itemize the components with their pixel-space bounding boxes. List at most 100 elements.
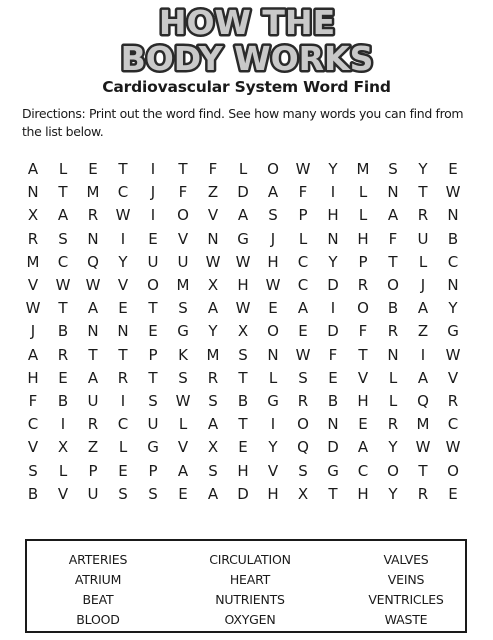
grid-letter: U bbox=[417, 229, 429, 248]
grid-letter: R bbox=[87, 206, 99, 225]
grid-letter: G bbox=[327, 461, 339, 480]
grid-letter: E bbox=[148, 322, 158, 341]
grid-letter: F bbox=[28, 391, 38, 410]
grid-letter: R bbox=[387, 322, 399, 341]
grid-letter: A bbox=[207, 415, 219, 434]
grid-letter: G bbox=[267, 391, 279, 410]
word-list-column: VALVES VEINS VENTRICLES WASTE bbox=[357, 550, 455, 630]
grid-letter: A bbox=[237, 206, 249, 225]
grid-letter: Q bbox=[87, 252, 99, 271]
grid-letter: J bbox=[420, 276, 426, 295]
grid-letter: C bbox=[447, 415, 459, 434]
grid-letter: A bbox=[297, 299, 309, 318]
grid-letter: W bbox=[175, 391, 191, 410]
grid-letter: E bbox=[358, 415, 368, 434]
grid-letter: T bbox=[88, 345, 98, 364]
grid-letter: O bbox=[297, 415, 309, 434]
grid-letter: Y bbox=[388, 438, 398, 457]
grid-letter: E bbox=[88, 160, 98, 179]
grid-letter: L bbox=[358, 206, 368, 225]
word-item: VEINS bbox=[387, 572, 425, 587]
grid-letter: Y bbox=[208, 322, 218, 341]
grid-letter: Y bbox=[448, 299, 458, 318]
grid-letter: E bbox=[118, 461, 128, 480]
grid-letter: A bbox=[207, 484, 219, 503]
word-list-column: ARTERIES ATRIUM BEAT BLOOD bbox=[49, 550, 147, 630]
grid-letter: C bbox=[27, 415, 39, 434]
grid-letter: B bbox=[237, 391, 249, 410]
grid-row: VXZLGVXEYQDAYWW bbox=[18, 436, 468, 459]
grid-letter: H bbox=[357, 484, 369, 503]
grid-letter: E bbox=[238, 438, 248, 457]
grid-letter: O bbox=[387, 461, 399, 480]
grid-letter: S bbox=[298, 368, 308, 387]
grid-letter: T bbox=[238, 415, 248, 434]
grid-letter: A bbox=[357, 438, 369, 457]
grid-letter: Z bbox=[417, 322, 429, 341]
grid-row: RSNIEVNGJLNHFUB bbox=[18, 228, 468, 251]
grid-letter: H bbox=[27, 368, 39, 387]
grid-letter: L bbox=[418, 252, 428, 271]
grid-letter: L bbox=[388, 368, 398, 387]
grid-letter: C bbox=[297, 252, 309, 271]
word-item: ARTERIES bbox=[68, 552, 128, 567]
grid-letter: T bbox=[58, 299, 68, 318]
grid-letter: W bbox=[85, 276, 101, 295]
grid-letter: T bbox=[358, 345, 368, 364]
grid-letter: X bbox=[57, 438, 69, 457]
grid-letter: B bbox=[387, 299, 399, 318]
grid-letter: P bbox=[148, 345, 158, 364]
grid-letter: D bbox=[327, 322, 339, 341]
grid-letter: X bbox=[237, 322, 249, 341]
grid-letter: T bbox=[118, 345, 128, 364]
grid-letter: N bbox=[387, 345, 399, 364]
grid-letter: I bbox=[330, 183, 336, 202]
grid-letter: R bbox=[207, 368, 219, 387]
logo-line-1: HOW THE bbox=[159, 4, 335, 42]
grid-letter: T bbox=[118, 160, 128, 179]
grid-letter: A bbox=[87, 368, 99, 387]
grid-letter: M bbox=[206, 345, 220, 364]
grid-letter: C bbox=[297, 276, 309, 295]
grid-letter: M bbox=[356, 160, 370, 179]
grid-letter: W bbox=[115, 206, 131, 225]
grid-letter: O bbox=[447, 461, 459, 480]
grid-letter: N bbox=[447, 276, 459, 295]
grid-letter: G bbox=[447, 322, 459, 341]
grid-letter: A bbox=[417, 299, 429, 318]
grid-letter: F bbox=[328, 345, 338, 364]
grid-letter: T bbox=[148, 299, 158, 318]
word-find-grid: ALETITFLOWYMSYENTMCJFZDAFILNTWXARWIOVASP… bbox=[18, 158, 468, 506]
grid-letter: U bbox=[147, 252, 159, 271]
grid-letter: L bbox=[388, 391, 398, 410]
word-item: BEAT bbox=[82, 592, 114, 607]
grid-letter: F bbox=[388, 229, 398, 248]
logo-line-2: BODY WORKS bbox=[121, 39, 374, 74]
grid-letter: A bbox=[87, 299, 99, 318]
grid-letter: S bbox=[118, 484, 128, 503]
grid-letter: C bbox=[447, 252, 459, 271]
word-item: VENTRICLES bbox=[368, 592, 444, 607]
grid-letter: M bbox=[416, 415, 430, 434]
grid-letter: L bbox=[238, 160, 248, 179]
grid-letter: S bbox=[208, 461, 218, 480]
grid-letter: Y bbox=[118, 252, 128, 271]
grid-letter: T bbox=[418, 461, 428, 480]
grid-letter: W bbox=[445, 438, 461, 457]
grid-letter: L bbox=[268, 368, 278, 387]
grid-letter: P bbox=[148, 461, 158, 480]
grid-letter: T bbox=[418, 183, 428, 202]
grid-letter: Y bbox=[328, 160, 338, 179]
grid-letter: O bbox=[267, 322, 279, 341]
grid-letter: I bbox=[150, 206, 156, 225]
word-item: WASTE bbox=[384, 612, 428, 627]
grid-row: SLPEPASHVSGCOTO bbox=[18, 459, 468, 482]
grid-letter: S bbox=[178, 299, 188, 318]
grid-letter: L bbox=[58, 160, 68, 179]
grid-row: FBUISWSBGRBHLQR bbox=[18, 390, 468, 413]
grid-letter: A bbox=[387, 206, 399, 225]
grid-letter: R bbox=[57, 345, 69, 364]
grid-letter: V bbox=[27, 276, 39, 295]
grid-letter: N bbox=[327, 415, 339, 434]
grid-letter: B bbox=[327, 391, 339, 410]
